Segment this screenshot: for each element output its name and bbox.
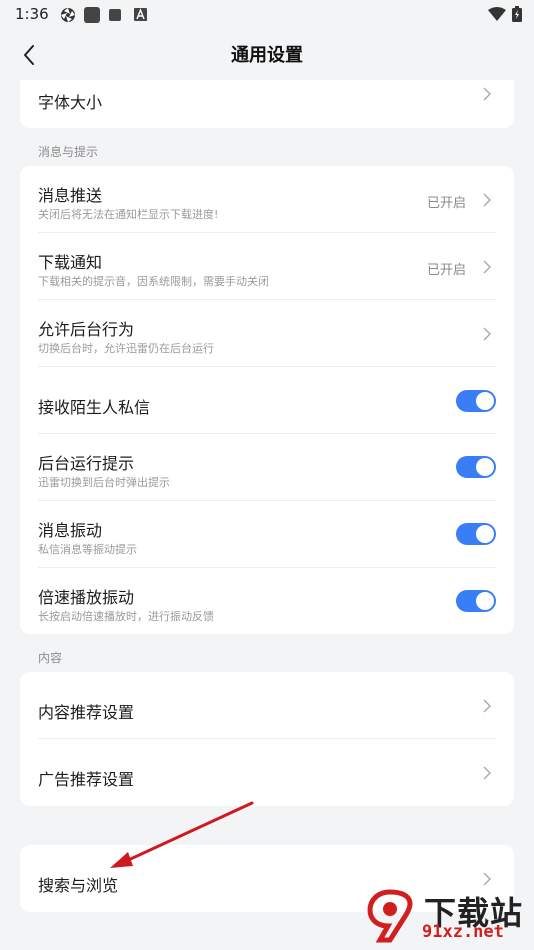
watermark-url: 91xz.net bbox=[422, 922, 504, 942]
chevron-right-icon bbox=[483, 327, 491, 341]
chevron-right-icon bbox=[483, 699, 491, 713]
watermark: 下载站 91xz.net bbox=[360, 886, 530, 946]
toggle-knob bbox=[476, 458, 494, 476]
row-title: 接收陌生人私信 bbox=[38, 398, 151, 417]
square-icon bbox=[84, 7, 100, 23]
settings-card-messages: 消息推送 关闭后将无法在通知栏显示下载进度! 已开启 下载通知 下载相关的提示音… bbox=[20, 166, 514, 634]
font-size-row[interactable]: 字体大小 bbox=[20, 80, 514, 128]
watermark-logo-icon bbox=[367, 889, 413, 943]
row-title: 广告推荐设置 bbox=[38, 770, 135, 789]
row-title: 倍速播放振动 bbox=[38, 588, 135, 607]
row-subtitle: 迅雷切换到后台时弹出提示 bbox=[38, 476, 170, 489]
row-title: 允许后台行为 bbox=[38, 320, 135, 339]
status-bar: 1:36 bbox=[0, 0, 534, 30]
speed-play-vibration-row: 倍速播放振动 长按启动倍速播放时，进行振动反馈 bbox=[20, 568, 514, 634]
background-behavior-row[interactable]: 允许后台行为 切换后台时，允许迅雷仍在后台运行 bbox=[20, 300, 514, 367]
toggle-knob bbox=[476, 592, 494, 610]
stop-icon bbox=[109, 9, 121, 21]
app-header: 通用设置 bbox=[0, 30, 534, 78]
row-title: 字体大小 bbox=[38, 93, 103, 112]
page-title: 通用设置 bbox=[231, 45, 303, 66]
settings-card-content: 内容推荐设置 广告推荐设置 bbox=[20, 672, 514, 806]
row-title: 后台运行提示 bbox=[38, 454, 135, 473]
row-title: 搜索与浏览 bbox=[38, 876, 119, 895]
row-title: 内容推荐设置 bbox=[38, 703, 135, 722]
chevron-right-icon bbox=[483, 260, 491, 274]
battery-icon bbox=[512, 6, 522, 22]
section-label-content: 内容 bbox=[38, 651, 63, 665]
chevron-right-icon bbox=[483, 872, 491, 886]
download-notify-row[interactable]: 下载通知 下载相关的提示音，因系统限制，需要手动关闭 已开启 bbox=[20, 233, 514, 300]
stranger-message-row: 接收陌生人私信 bbox=[20, 367, 514, 434]
stranger-message-toggle[interactable] bbox=[456, 390, 496, 412]
wifi-icon bbox=[488, 7, 506, 21]
message-push-row[interactable]: 消息推送 关闭后将无法在通知栏显示下载进度! 已开启 bbox=[20, 166, 514, 233]
message-vibration-toggle[interactable] bbox=[456, 523, 496, 545]
row-subtitle: 切换后台时，允许迅雷仍在后台运行 bbox=[38, 342, 214, 355]
ad-recommend-row[interactable]: 广告推荐设置 bbox=[20, 739, 514, 806]
font-a-icon bbox=[134, 8, 147, 21]
row-subtitle: 私信消息等振动提示 bbox=[38, 543, 137, 556]
section-label-messages: 消息与提示 bbox=[38, 145, 99, 159]
row-status-value: 已开启 bbox=[426, 196, 466, 211]
background-run-tip-row: 后台运行提示 迅雷切换到后台时弹出提示 bbox=[20, 434, 514, 501]
content-recommend-row[interactable]: 内容推荐设置 bbox=[20, 672, 514, 739]
row-title: 消息振动 bbox=[38, 521, 103, 540]
aperture-icon bbox=[61, 8, 75, 22]
settings-card-font: 字体大小 bbox=[20, 80, 514, 128]
chevron-right-icon bbox=[483, 193, 491, 207]
row-subtitle: 下载相关的提示音，因系统限制，需要手动关闭 bbox=[38, 275, 269, 288]
row-title: 下载通知 bbox=[38, 253, 103, 272]
message-vibration-row: 消息振动 私信消息等振动提示 bbox=[20, 501, 514, 568]
status-time: 1:36 bbox=[15, 5, 49, 23]
toggle-knob bbox=[476, 525, 494, 543]
chevron-right-icon bbox=[483, 766, 491, 780]
toggle-knob bbox=[476, 392, 494, 410]
speed-play-vibration-toggle[interactable] bbox=[456, 590, 496, 612]
row-subtitle: 长按启动倍速播放时，进行振动反馈 bbox=[38, 610, 214, 623]
row-status-value: 已开启 bbox=[426, 263, 466, 278]
row-title: 消息推送 bbox=[38, 186, 103, 205]
row-subtitle: 关闭后将无法在通知栏显示下载进度! bbox=[38, 208, 219, 221]
background-run-tip-toggle[interactable] bbox=[456, 456, 496, 478]
chevron-right-icon bbox=[483, 87, 491, 101]
